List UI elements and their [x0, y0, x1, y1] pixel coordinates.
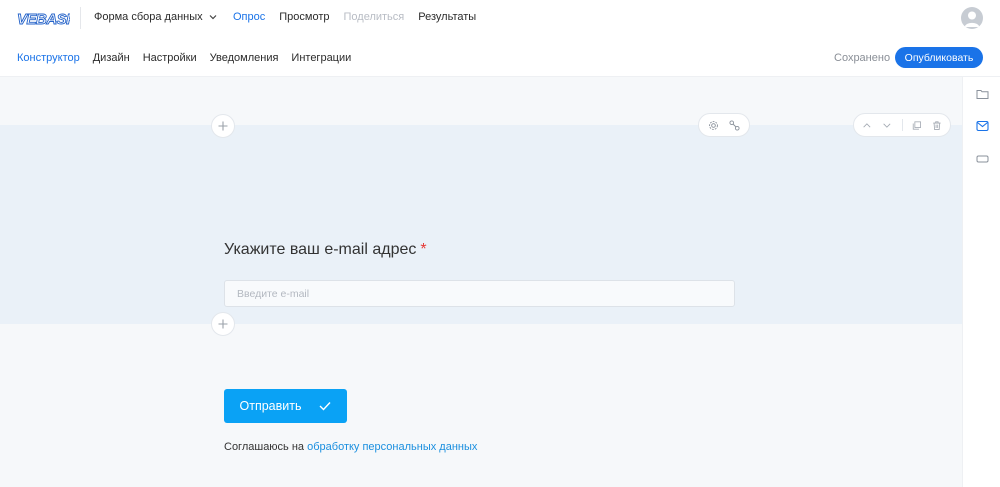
consent-link[interactable]: обработку персональных данных	[307, 441, 477, 453]
submit-button-label: Отправить	[239, 399, 302, 413]
question-title: Укажите ваш e-mail адрес *	[224, 241, 427, 259]
tab-notifications[interactable]: Уведомления	[210, 52, 279, 64]
add-block-above-button[interactable]	[211, 114, 235, 138]
question-block[interactable]: Укажите ваш e-mail адрес *	[0, 125, 962, 324]
publish-button[interactable]: Опубликовать	[895, 47, 983, 68]
consent-text: Соглашаюсь на обработку персональных дан…	[224, 441, 477, 453]
mail-icon[interactable]	[976, 120, 989, 132]
top-bar: VEBASK Форма сбора данных Опрос Просмотр…	[0, 0, 1000, 38]
top-nav: Опрос Просмотр Поделиться Результаты	[233, 11, 476, 23]
email-input[interactable]	[224, 280, 735, 307]
plus-icon	[218, 121, 228, 131]
consent-prefix: Соглашаюсь на	[224, 441, 308, 453]
logo[interactable]: VEBASK	[17, 10, 70, 26]
user-avatar-icon[interactable]	[961, 7, 983, 29]
tab-integrations[interactable]: Интеграции	[291, 52, 351, 64]
actions-divider	[901, 119, 903, 131]
right-toolbar	[962, 77, 1000, 487]
sub-bar: Конструктор Дизайн Настройки Уведомления…	[0, 38, 1000, 77]
question-title-text: Укажите ваш e-mail адрес	[224, 241, 417, 258]
trash-icon[interactable]	[932, 120, 942, 131]
checkmark-icon	[319, 402, 331, 411]
header-divider	[80, 7, 81, 29]
form-selector-dropdown[interactable]: Форма сбора данных	[94, 11, 217, 23]
question-tools	[698, 113, 750, 137]
form-canvas: Укажите ваш e-mail адрес* Отправить Согл…	[0, 77, 962, 487]
nav-preview[interactable]: Просмотр	[279, 11, 329, 23]
gear-icon[interactable]	[708, 120, 719, 131]
form-name: Форма сбора данных	[94, 11, 203, 23]
editor-tabs: Конструктор Дизайн Настройки Уведомления…	[17, 52, 351, 64]
add-block-below-button[interactable]	[211, 312, 235, 336]
input-field-icon[interactable]	[976, 153, 989, 165]
tab-settings[interactable]: Настройки	[143, 52, 197, 64]
tab-constructor[interactable]: Конструктор	[17, 52, 80, 64]
required-mark: *	[420, 241, 427, 258]
nav-results[interactable]: Результаты	[418, 11, 476, 23]
logo-text: VEBASK	[17, 11, 70, 26]
saved-status: Сохранено	[834, 52, 891, 64]
nav-share[interactable]: Поделиться	[344, 11, 405, 23]
copy-icon[interactable]	[912, 120, 922, 131]
folder-icon[interactable]	[976, 88, 989, 100]
nav-survey[interactable]: Опрос	[233, 11, 265, 23]
logic-icon[interactable]	[729, 119, 740, 131]
plus-icon	[218, 319, 228, 329]
chevron-down-icon[interactable]	[882, 120, 892, 131]
chevron-up-icon[interactable]	[862, 120, 872, 131]
tab-design[interactable]: Дизайн	[93, 52, 130, 64]
submit-button[interactable]: Отправить	[224, 389, 347, 423]
chevron-down-icon	[209, 15, 217, 20]
block-actions	[853, 113, 951, 137]
